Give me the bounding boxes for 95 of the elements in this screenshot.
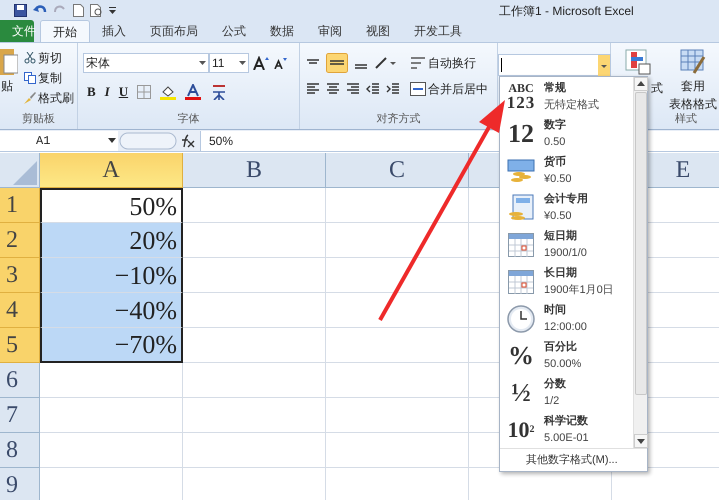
format-menu-item[interactable]: 会计专用 ¥0.50: [500, 189, 633, 226]
table-format-icon[interactable]: [680, 49, 706, 75]
calendar-icon: [508, 232, 534, 256]
table-cell: 50%: [40, 188, 183, 223]
paste-icon[interactable]: [0, 47, 18, 77]
ribbon-tab[interactable]: 开发工具: [402, 20, 474, 42]
splitter-handle-icon[interactable]: [118, 132, 178, 150]
conditional-format-button[interactable]: 式: [651, 79, 663, 97]
group-label: 剪贴板: [21, 112, 56, 126]
name-box[interactable]: A1: [0, 130, 118, 150]
number-icon: %: [504, 342, 538, 368]
calculator-icon: [507, 194, 535, 222]
caret-icon[interactable]: [108, 138, 116, 143]
font-color-icon[interactable]: [185, 84, 202, 100]
row-header[interactable]: 1: [0, 188, 40, 223]
number-format-field[interactable]: [498, 54, 611, 76]
dropdown-caret-icon[interactable]: [598, 54, 610, 76]
format-painter-button[interactable]: 格式刷: [38, 89, 74, 107]
caret-icon[interactable]: [239, 61, 246, 65]
column-header[interactable]: A: [40, 153, 183, 188]
wrap-text-icon[interactable]: [410, 56, 426, 70]
align-center-icon[interactable]: [326, 83, 340, 95]
caret-icon[interactable]: [199, 61, 206, 65]
table-cell: −10%: [40, 258, 183, 293]
row-header[interactable]: 9: [0, 468, 40, 500]
conditional-format-icon[interactable]: [625, 49, 651, 75]
scroll-up-icon[interactable]: [634, 77, 648, 91]
fill-color-icon[interactable]: [160, 84, 176, 100]
wrap-text-button[interactable]: 自动换行: [428, 54, 476, 72]
copy-button[interactable]: 复制: [38, 69, 62, 87]
customize-caret-icon[interactable]: [109, 6, 116, 14]
row-header[interactable]: 8: [0, 433, 40, 468]
paste-button[interactable]: 贴: [1, 77, 13, 95]
font-size-field[interactable]: 11: [209, 53, 249, 73]
ribbon-tab[interactable]: 插入: [90, 20, 138, 42]
save-icon[interactable]: [14, 4, 27, 16]
row-header[interactable]: 4: [0, 293, 40, 328]
row-header[interactable]: 6: [0, 363, 40, 398]
orientation-icon[interactable]: [374, 56, 396, 70]
format-as-table-button[interactable]: 套用: [681, 77, 705, 95]
ribbon-tab[interactable]: 页面布局: [138, 20, 210, 42]
ribbon-tab[interactable]: 视图: [354, 20, 402, 42]
group-label: 对齐方式: [376, 112, 422, 126]
new-document-icon[interactable]: [73, 4, 84, 16]
grow-font-icon[interactable]: [253, 56, 269, 70]
ribbon-tab[interactable]: 公式: [210, 20, 258, 42]
format-menu-item[interactable]: ½ 分数 1/2: [500, 374, 633, 411]
row-header[interactable]: 2: [0, 223, 40, 258]
format-menu-item[interactable]: 时间 12:00:00: [500, 300, 633, 337]
italic-button[interactable]: I: [104, 82, 110, 102]
format-menu-item[interactable]: 长日期 1900年1月0日: [500, 263, 633, 300]
ribbon-tab[interactable]: 审阅: [306, 20, 354, 42]
calendar-icon: [508, 270, 534, 294]
power-icon: 10$^{2}$: [504, 418, 538, 440]
group-label: 样式: [675, 112, 697, 126]
merge-center-button[interactable]: 合并后居中: [428, 80, 488, 98]
format-menu-item[interactable]: 货币 ¥0.50: [500, 152, 633, 189]
align-right-icon[interactable]: [346, 83, 360, 95]
table-cell: −40%: [40, 293, 183, 328]
number-icon: ½: [504, 380, 538, 406]
underline-button[interactable]: U: [118, 82, 128, 102]
column-header[interactable]: B: [183, 153, 326, 188]
row-header[interactable]: 3: [0, 258, 40, 293]
more-number-formats-item[interactable]: 其他数字格式(M)...: [500, 452, 618, 468]
format-menu-item[interactable]: ABC 123 常规 无特定格式: [500, 78, 633, 115]
decrease-indent-icon[interactable]: [366, 83, 380, 95]
column-header[interactable]: C: [326, 153, 469, 188]
format-as-table-button[interactable]: 表格格式: [669, 95, 717, 113]
cut-button[interactable]: 剪切: [38, 49, 62, 67]
window-title: 工作簿1 - Microsoft Excel: [499, 3, 634, 20]
format-menu-item[interactable]: 10$^{2}$ 科学记数 5.00E-01: [500, 411, 633, 448]
scrollbar-thumb[interactable]: [635, 92, 647, 395]
scroll-down-icon[interactable]: [634, 434, 648, 448]
row-header[interactable]: 7: [0, 398, 40, 433]
merge-center-icon[interactable]: [410, 82, 426, 96]
increase-indent-icon[interactable]: [386, 83, 400, 95]
scissors-icon[interactable]: [24, 52, 36, 64]
align-left-icon[interactable]: [306, 83, 320, 95]
print-preview-icon[interactable]: [90, 4, 103, 16]
copy-icon[interactable]: [24, 72, 36, 84]
brush-icon[interactable]: [24, 92, 36, 104]
money-icon: [507, 158, 535, 184]
shrink-font-icon[interactable]: [273, 57, 287, 69]
align-middle-icon[interactable]: [326, 53, 348, 73]
ribbon-tab[interactable]: 开始: [40, 20, 90, 42]
table-cell: 20%: [40, 223, 183, 258]
table-cell: −70%: [40, 328, 183, 363]
abc-123-icon: ABC 123: [504, 82, 538, 111]
ribbon-tab[interactable]: 数据: [258, 20, 306, 42]
font-name-field[interactable]: 宋体: [83, 53, 209, 73]
bold-button[interactable]: B: [87, 82, 96, 102]
group-label: 字体: [176, 112, 200, 126]
format-menu-item[interactable]: 短日期 1900/1/0: [500, 226, 633, 263]
row-header[interactable]: 5: [0, 328, 40, 363]
clock-icon: [507, 304, 535, 332]
